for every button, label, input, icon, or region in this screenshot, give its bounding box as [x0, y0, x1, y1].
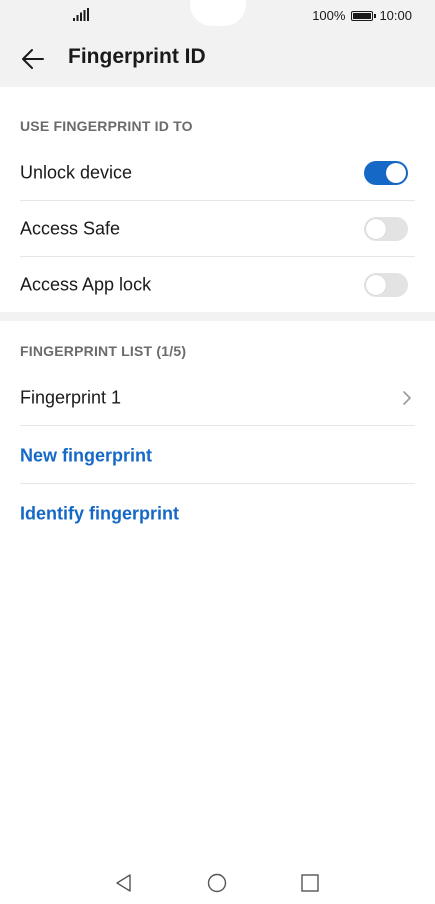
setting-row-access-safe[interactable]: Access Safe: [20, 201, 415, 257]
fingerprint-row[interactable]: Fingerprint 1: [20, 370, 415, 426]
setting-row-access-app-lock[interactable]: Access App lock: [20, 257, 415, 313]
section-heading-fingerprint-list: FINGERPRINT LIST (1/5): [20, 343, 187, 359]
signal-icon: [73, 8, 89, 21]
back-arrow-icon[interactable]: [18, 44, 48, 74]
identify-fingerprint-row[interactable]: Identify fingerprint: [20, 486, 415, 542]
setting-label: Access Safe: [20, 218, 121, 238]
setting-label: Access App lock: [20, 274, 152, 295]
section-divider: [0, 312, 435, 321]
nav-recent-apps-icon[interactable]: [299, 872, 321, 894]
access-safe-toggle[interactable]: [364, 216, 408, 241]
status-bar: 100% 10:00: [0, 0, 435, 30]
chevron-right-icon: [403, 390, 411, 405]
setting-row-unlock-device[interactable]: Unlock device: [20, 145, 415, 201]
toggle-knob: [366, 218, 386, 239]
clock: 10:00: [379, 8, 412, 23]
page-title: Fingerprint ID: [68, 45, 206, 68]
nav-home-icon[interactable]: [206, 872, 228, 894]
nav-back-icon[interactable]: [113, 872, 135, 894]
setting-label: Unlock device: [20, 162, 133, 182]
toggle-knob: [386, 162, 406, 183]
toggle-knob: [366, 275, 386, 295]
battery-icon: [351, 10, 377, 21]
status-right: 100% 10:00: [312, 8, 412, 23]
system-navigation-bar: [0, 862, 435, 904]
battery-percent: 100%: [312, 8, 346, 23]
access-app-lock-toggle[interactable]: [364, 273, 408, 297]
fingerprint-label: Fingerprint 1: [20, 387, 122, 407]
unlock-device-toggle[interactable]: [364, 160, 408, 185]
new-fingerprint-row[interactable]: New fingerprint: [20, 428, 415, 484]
section-heading-use: USE FINGERPRINT ID TO: [20, 118, 193, 134]
identify-fingerprint-link[interactable]: Identify fingerprint: [20, 504, 179, 525]
app-bar: Fingerprint ID: [0, 36, 435, 82]
new-fingerprint-link[interactable]: New fingerprint: [20, 445, 152, 466]
